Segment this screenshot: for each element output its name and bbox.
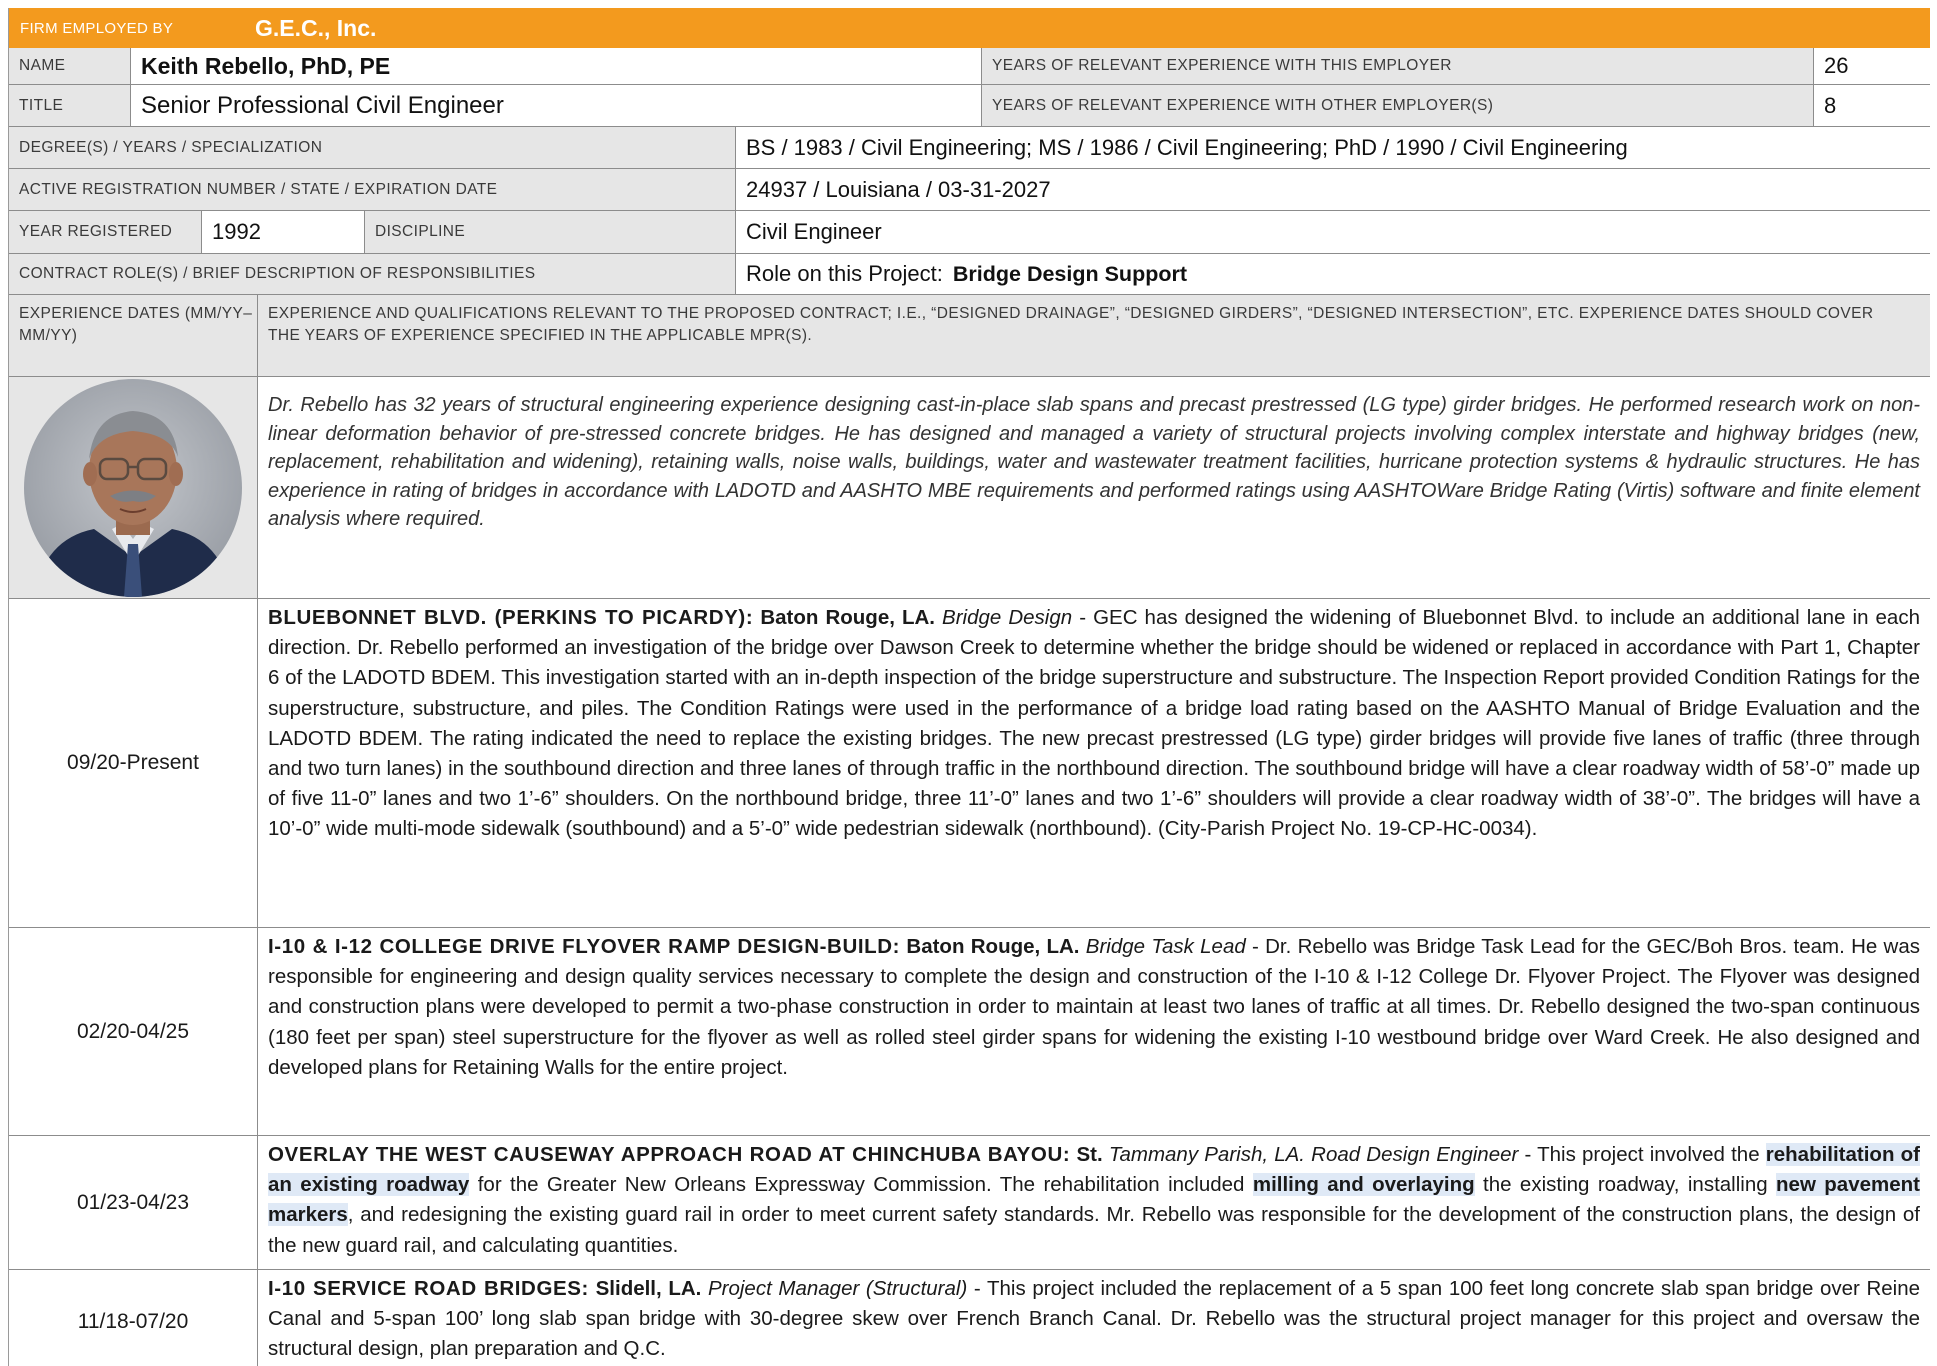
project-location: Slidell, LA. <box>595 1277 702 1300</box>
project-description: OVERLAY THE WEST CAUSEWAY APPROACH ROAD … <box>258 1136 1930 1261</box>
portrait-image <box>24 378 242 597</box>
project-location: Baton Rouge, LA. <box>906 935 1080 958</box>
degrees-value: BS / 1983 / Civil Engineering; MS / 1986… <box>746 134 1628 160</box>
registration-value: 24937 / Louisiana / 03-31-2027 <box>746 176 1051 202</box>
project-title: OVERLAY THE WEST CAUSEWAY APPROACH ROAD … <box>268 1143 1071 1166</box>
firm-label: FIRM EMPLOYED BY <box>20 19 174 37</box>
contract-role-row: CONTRACT ROLE(S) / BRIEF DESCRIPTION OF … <box>9 254 1930 295</box>
name-label: NAME <box>19 57 66 74</box>
photo-cell <box>9 377 258 598</box>
project-row: 11/18-07/20 I-10 SERVICE ROAD BRIDGES: S… <box>9 1270 1930 1366</box>
project-role: Bridge Task Lead <box>1085 935 1246 958</box>
years-this-label: YEARS OF RELEVANT EXPERIENCE WITH THIS E… <box>992 57 1452 74</box>
experience-dates-header: EXPERIENCE DATES (MM/YY–MM/YY) <box>19 305 253 344</box>
name-row: NAME Keith Rebello, PhD, PE YEARS OF REL… <box>9 48 1930 85</box>
project-title: BLUEBONNET BLVD. (PERKINS TO PICARDY): <box>268 606 754 629</box>
avatar <box>24 378 242 597</box>
project-row: 02/20-04/25 I-10 & I-12 COLLEGE DRIVE FL… <box>9 928 1930 1136</box>
registration-label: ACTIVE REGISTRATION NUMBER / STATE / EXP… <box>19 180 498 198</box>
year-registered-label: YEAR REGISTERED <box>19 223 173 240</box>
project-description: BLUEBONNET BLVD. (PERKINS TO PICARDY): B… <box>258 599 1930 845</box>
contract-role-label: CONTRACT ROLE(S) / BRIEF DESCRIPTION OF … <box>19 265 536 282</box>
degrees-label: DEGREE(S) / YEARS / SPECIALIZATION <box>19 138 323 156</box>
project-text: for the Greater New Orleans Expressway C… <box>477 1173 1245 1197</box>
project-dates: 09/20-Present <box>67 751 199 774</box>
discipline-value: Civil Engineer <box>746 219 882 244</box>
year-discipline-row: YEAR REGISTERED 1992 DISCIPLINE Civil En… <box>9 211 1930 254</box>
year-registered-value: 1992 <box>212 219 261 244</box>
degrees-row: DEGREE(S) / YEARS / SPECIALIZATION BS / … <box>9 127 1930 169</box>
contract-role-prefix: Role on this Project: <box>746 261 943 286</box>
project-role: Project Manager (Structural) <box>707 1277 968 1300</box>
firm-name: G.E.C., Inc. <box>255 14 377 41</box>
project-row: 01/23-04/23 OVERLAY THE WEST CAUSEWAY AP… <box>9 1136 1930 1270</box>
project-location: Baton Rouge, LA. <box>760 606 935 629</box>
project-dates: 02/20-04/25 <box>76 1019 190 1043</box>
registration-row: ACTIVE REGISTRATION NUMBER / STATE / EXP… <box>9 169 1930 211</box>
project-row: 09/20-Present BLUEBONNET BLVD. (PERKINS … <box>9 599 1930 928</box>
project-role: Tammany Parish, LA. Road Design Engineer <box>1108 1143 1519 1166</box>
project-text: - GEC has designed the widening of Blueb… <box>268 606 1920 841</box>
contract-role-value: Bridge Design Support <box>952 261 1187 286</box>
project-dates: 01/23-04/23 <box>76 1190 190 1214</box>
title-label: TITLE <box>19 96 64 114</box>
title-value: Senior Professional Civil Engineer <box>141 91 504 119</box>
project-text: the existing roadway, installing <box>1483 1173 1768 1197</box>
project-description: I-10 & I-12 COLLEGE DRIVE FLYOVER RAMP D… <box>258 928 1930 1083</box>
project-title: I-10 & I-12 COLLEGE DRIVE FLYOVER RAMP D… <box>268 935 901 958</box>
project-dates: 11/18-07/20 <box>77 1310 189 1333</box>
name-value: Keith Rebello, PhD, PE <box>141 52 391 79</box>
project-text: - This project involved the <box>1524 1143 1760 1166</box>
years-other-value: 8 <box>1824 92 1837 118</box>
firm-banner: FIRM EMPLOYED BY G.E.C., Inc. <box>9 8 1930 48</box>
experience-qualifications-header: EXPERIENCE AND QUALIFICATIONS RELEVANT T… <box>268 305 1874 344</box>
highlight-milling: milling and overlaying <box>1252 1173 1475 1197</box>
project-description: I-10 SERVICE ROAD BRIDGES: Slidell, LA. … <box>258 1270 1930 1365</box>
discipline-label: DISCIPLINE <box>375 223 466 240</box>
years-other-label: YEARS OF RELEVANT EXPERIENCE WITH OTHER … <box>992 96 1494 114</box>
project-role: Bridge Design <box>942 606 1073 629</box>
summary-row: Dr. Rebello has 32 years of structural e… <box>9 377 1930 599</box>
project-text: , and redesigning the existing guard rai… <box>268 1203 1920 1257</box>
title-row: TITLE Senior Professional Civil Engineer… <box>9 85 1930 127</box>
project-location: St. <box>1076 1143 1103 1166</box>
years-this-value: 26 <box>1824 53 1849 78</box>
project-title: I-10 SERVICE ROAD BRIDGES: <box>268 1277 589 1300</box>
experience-summary: Dr. Rebello has 32 years of structural e… <box>268 394 1920 530</box>
resume-form: FIRM EMPLOYED BY G.E.C., Inc. NAME Keith… <box>8 8 1930 1366</box>
experience-header-row: EXPERIENCE DATES (MM/YY–MM/YY) EXPERIENC… <box>9 295 1930 377</box>
